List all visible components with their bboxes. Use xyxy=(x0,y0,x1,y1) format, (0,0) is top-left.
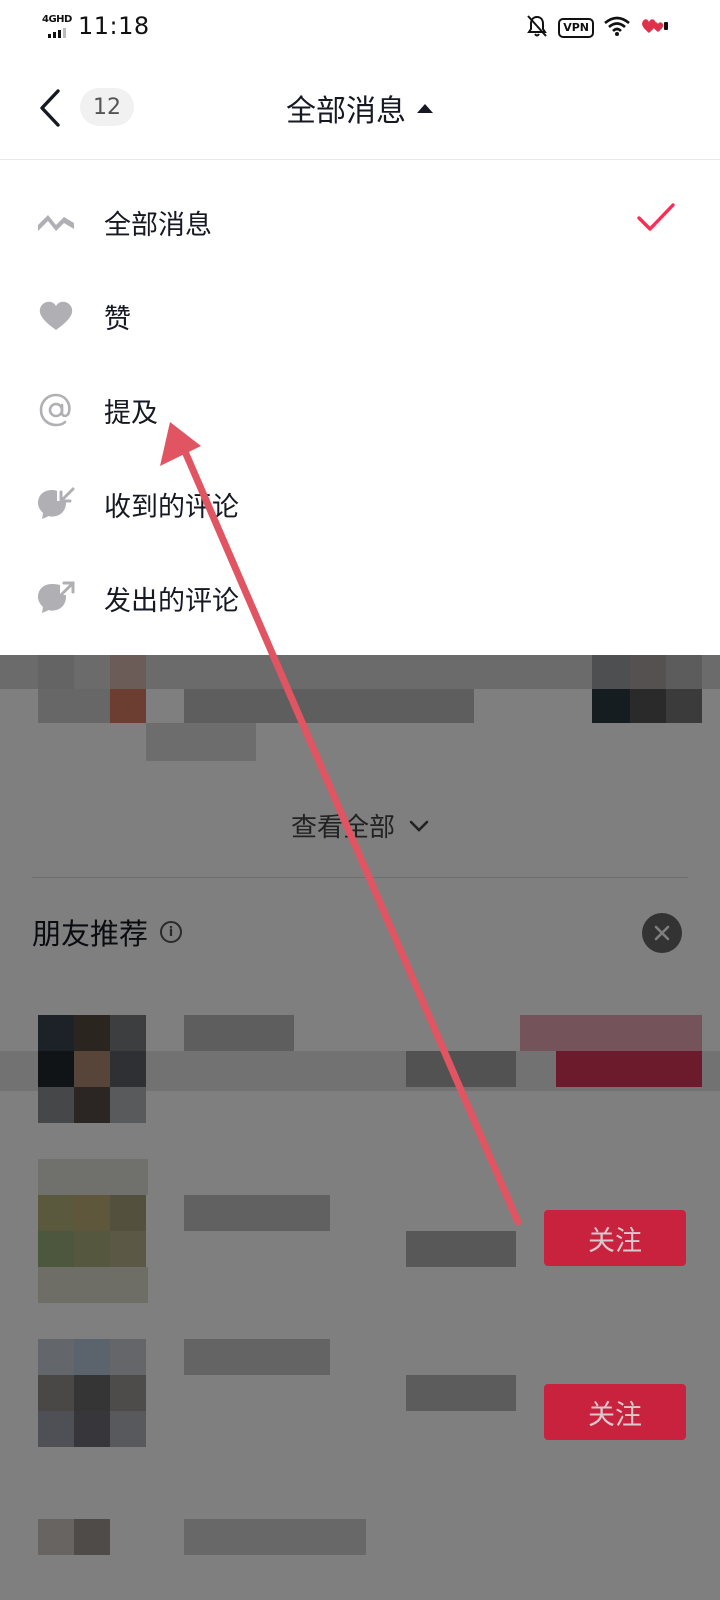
menu-item-mentions[interactable]: 提及 xyxy=(0,363,720,457)
page-title: 全部消息 xyxy=(286,94,406,129)
message-filter-menu: 全部消息 赞 提及 收到的评论 发出的评论 xyxy=(0,161,720,655)
message-header: 12 全部消息 xyxy=(0,56,720,160)
activity-icon xyxy=(36,202,76,242)
network-type: 4GHD xyxy=(42,14,72,25)
menu-item-label: 全部消息 xyxy=(104,209,212,241)
follow-label: 关注 xyxy=(588,1399,642,1431)
status-bar: 4GHD 11:18 VPN xyxy=(0,0,720,56)
wifi-icon xyxy=(604,16,630,40)
heart-icon xyxy=(36,296,76,336)
menu-item-likes[interactable]: 赞 xyxy=(0,269,720,363)
follow-label: 关注 xyxy=(588,1225,642,1257)
cellular-signal-icon: 4GHD xyxy=(42,12,74,40)
vpn-icon: VPN xyxy=(558,18,594,38)
follow-button[interactable]: 关注 xyxy=(544,1210,686,1266)
battery-icon xyxy=(640,16,670,40)
comment-received-icon xyxy=(36,484,76,524)
at-icon xyxy=(36,390,76,430)
menu-item-sent-comments[interactable]: 发出的评论 xyxy=(0,551,720,645)
menu-item-label: 发出的评论 xyxy=(104,585,239,617)
menu-item-label: 赞 xyxy=(104,303,131,335)
dim-overlay[interactable] xyxy=(0,655,720,1600)
menu-item-all-messages[interactable]: 全部消息 xyxy=(0,175,720,269)
follow-button[interactable]: 关注 xyxy=(544,1384,686,1440)
status-right: VPN xyxy=(526,14,670,42)
check-icon xyxy=(637,203,675,231)
message-filter-toggle[interactable]: 全部消息 xyxy=(0,86,720,130)
caret-up-icon xyxy=(417,104,433,113)
notifications-off-icon xyxy=(526,14,548,42)
status-time: 11:18 xyxy=(78,12,150,40)
menu-item-label: 收到的评论 xyxy=(104,491,239,523)
comment-sent-icon xyxy=(36,578,76,618)
menu-item-received-comments[interactable]: 收到的评论 xyxy=(0,457,720,551)
menu-item-label: 提及 xyxy=(104,397,158,429)
status-left: 4GHD 11:18 xyxy=(42,12,150,40)
